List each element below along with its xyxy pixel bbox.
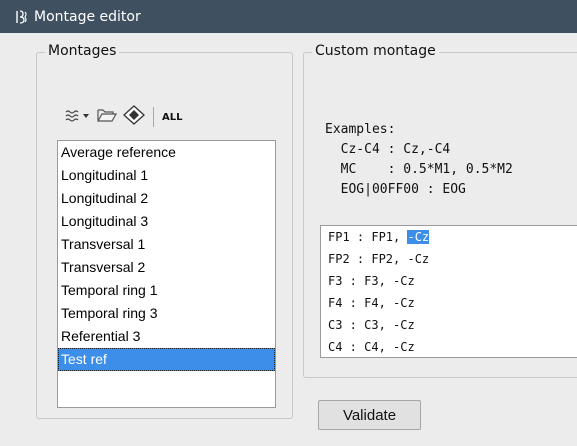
all-button[interactable]: ALL <box>162 105 182 129</box>
list-item[interactable]: Longitudinal 2 <box>58 187 275 210</box>
montages-toolbar: ALL <box>65 104 188 130</box>
custom-montage-group-title: Custom montage <box>312 43 439 59</box>
examples-heading: Examples: <box>325 122 396 137</box>
waves-dropdown-icon <box>65 108 91 127</box>
example-line: MC : 0.5*M1, 0.5*M2 <box>325 162 513 177</box>
editor-line: FP1 : FP1, -Cz <box>321 226 577 248</box>
editor-line-text: FP2 : FP2, -Cz <box>328 252 430 266</box>
brainstorm-logo-icon <box>14 9 28 25</box>
folder-open-icon <box>97 107 118 127</box>
list-item[interactable]: Average reference <box>58 141 275 164</box>
window-title: Montage editor <box>34 8 141 25</box>
montage-menu-button[interactable] <box>65 105 91 129</box>
list-item-selected[interactable]: Test ref <box>58 348 275 371</box>
title-bar: Montage editor <box>0 0 577 33</box>
montage-list[interactable]: Average reference Longitudinal 1 Longitu… <box>57 140 276 408</box>
editor-selected-text: -Cz <box>407 230 430 244</box>
montages-group-title: Montages <box>45 43 120 59</box>
list-item[interactable]: Transversal 1 <box>58 233 275 256</box>
list-item[interactable]: Referential 3 <box>58 325 275 348</box>
validate-button[interactable]: Validate <box>318 400 421 430</box>
editor-line-text: F4 : F4, -Cz <box>328 296 415 310</box>
examples-text: Examples: Cz-C4 : Cz,-C4 MC : 0.5*M1, 0.… <box>325 120 513 200</box>
list-item[interactable]: Temporal ring 3 <box>58 302 275 325</box>
editor-line-text: C4 : C4, -Cz <box>328 340 415 354</box>
editor-line-text: F3 : F3, -Cz <box>328 274 415 288</box>
list-item[interactable]: Transversal 2 <box>58 256 275 279</box>
open-montage-button[interactable] <box>97 105 118 129</box>
editor-line: FP2 : FP2, -Cz <box>321 248 577 270</box>
editor-line: F4 : F4, -Cz <box>321 292 577 314</box>
editor-line-text: FP1 : FP1, <box>328 230 408 244</box>
toolbar-separator <box>153 107 154 127</box>
diamond-save-icon <box>123 105 145 129</box>
list-item[interactable]: Longitudinal 3 <box>58 210 275 233</box>
example-line: EOG|00FF00 : EOG <box>325 182 466 197</box>
editor-line: C3 : C3, -Cz <box>321 314 577 336</box>
list-item[interactable]: Temporal ring 1 <box>58 279 275 302</box>
list-item[interactable]: Longitudinal 1 <box>58 164 275 187</box>
editor-line-text: C3 : C3, -Cz <box>328 318 415 332</box>
example-line: Cz-C4 : Cz,-C4 <box>325 142 451 157</box>
editor-line: F3 : F3, -Cz <box>321 270 577 292</box>
save-montage-button[interactable] <box>123 105 145 129</box>
editor-line: C4 : C4, -Cz <box>321 336 577 357</box>
all-button-label: ALL <box>162 111 183 123</box>
montage-editor-textarea[interactable]: FP1 : FP1, -Cz FP2 : FP2, -Cz F3 : F3, -… <box>320 225 577 358</box>
